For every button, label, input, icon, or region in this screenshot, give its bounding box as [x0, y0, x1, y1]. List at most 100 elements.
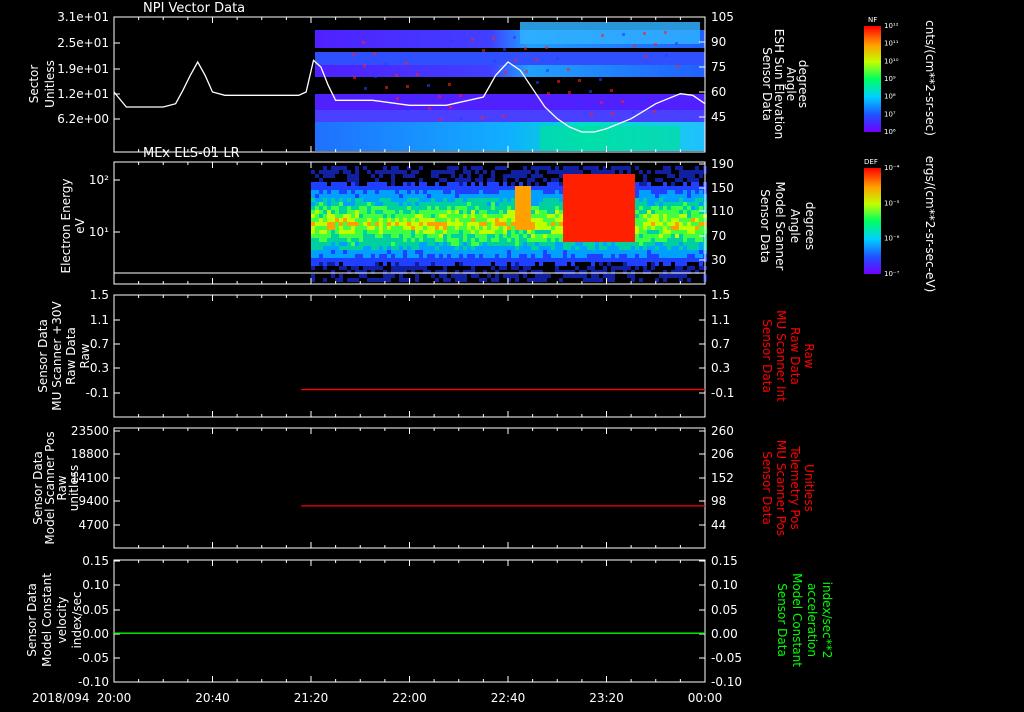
els-cell: [375, 278, 379, 282]
els-cell: [315, 234, 319, 238]
els-cell: [591, 222, 595, 226]
els-cell: [623, 222, 627, 226]
els-cell: [539, 202, 543, 206]
els-cell: [391, 242, 395, 246]
els-cell: [667, 198, 671, 202]
els-cell: [387, 234, 391, 238]
els-cell: [395, 258, 399, 262]
els-cell: [351, 194, 355, 198]
time-tick-label: 23:20: [589, 691, 624, 705]
els-cell: [471, 238, 475, 242]
els-cell: [403, 214, 407, 218]
els-cell: [371, 226, 375, 230]
colorbar-tick-label: 10⁶: [884, 128, 896, 136]
els-cell: [451, 246, 455, 250]
els-cell: [599, 198, 603, 202]
els-cell: [343, 202, 347, 206]
els-cell: [671, 218, 675, 222]
els-cell: [343, 222, 347, 226]
els-cell: [515, 198, 519, 202]
y2-tick-label: 1.5: [711, 288, 730, 302]
els-cell: [635, 194, 639, 198]
els-cell: [623, 226, 627, 230]
els-cell: [375, 226, 379, 230]
els-cell: [359, 234, 363, 238]
els-cell: [491, 206, 495, 210]
els-cell: [327, 262, 331, 266]
els-cell: [659, 250, 663, 254]
els-cell: [607, 214, 611, 218]
els-cell: [331, 166, 335, 170]
els-cell: [563, 242, 567, 246]
els-cell: [407, 246, 411, 250]
els-cell: [335, 258, 339, 262]
els-cell: [475, 218, 479, 222]
els-cell: [419, 194, 423, 198]
els-cell: [399, 194, 403, 198]
els-cell: [455, 186, 459, 190]
els-cell: [467, 222, 471, 226]
els-cell: [699, 254, 703, 258]
els-cell: [383, 230, 387, 234]
els-cell: [575, 174, 579, 178]
els-cell: [411, 250, 415, 254]
els-cell: [691, 210, 695, 214]
els-cell: [515, 202, 519, 206]
els-cell: [411, 234, 415, 238]
els-cell: [311, 278, 315, 282]
colorbar-def: DEF 10⁻⁴10⁻⁵10⁻⁶10⁻⁷ ergs/(cm**2-sr-sec-…: [864, 156, 937, 292]
els-cell: [459, 202, 463, 206]
els-cell: [523, 242, 527, 246]
els-cell: [427, 226, 431, 230]
els-cell: [691, 238, 695, 242]
els-cell: [311, 266, 315, 270]
els-cell: [395, 210, 399, 214]
els-cell: [367, 266, 371, 270]
els-cell: [315, 238, 319, 242]
els-cell: [619, 258, 623, 262]
els-cell: [671, 186, 675, 190]
els-cell: [335, 170, 339, 174]
els-cell: [315, 198, 319, 202]
mu-raw-ylabel-3: Raw Data: [64, 327, 78, 385]
els-cell: [559, 226, 563, 230]
els-cell: [319, 190, 323, 194]
els-cell: [423, 230, 427, 234]
els-cell: [367, 254, 371, 258]
els-cell: [647, 226, 651, 230]
els-cell: [587, 234, 591, 238]
els-cell: [679, 214, 683, 218]
els-cell: [627, 258, 631, 262]
els-cell: [699, 218, 703, 222]
els-cell: [619, 246, 623, 250]
els-cell: [463, 186, 467, 190]
els-cell: [675, 166, 679, 170]
els-cell: [355, 202, 359, 206]
els-cell: [499, 266, 503, 270]
els-cell: [599, 242, 603, 246]
els-cell: [523, 202, 527, 206]
els-cell: [607, 206, 611, 210]
els-cell: [375, 214, 379, 218]
els-cell: [475, 238, 479, 242]
els-cell: [503, 194, 507, 198]
els-cell: [579, 218, 583, 222]
els-cell: [375, 234, 379, 238]
els-cell: [347, 222, 351, 226]
els-cell: [575, 258, 579, 262]
els-cell: [575, 178, 579, 182]
npi-speck: [471, 38, 474, 41]
els-cell: [667, 166, 671, 170]
els-cell: [543, 250, 547, 254]
els-cell: [527, 230, 531, 234]
els-cell: [399, 206, 403, 210]
els-cell: [651, 242, 655, 246]
els-cell: [527, 226, 531, 230]
els-cell: [587, 238, 591, 242]
els-cell: [383, 274, 387, 278]
els-cell: [447, 218, 451, 222]
els-cell: [643, 246, 647, 250]
els-cell: [399, 238, 403, 242]
els-cell: [311, 186, 315, 190]
els-cell: [387, 246, 391, 250]
